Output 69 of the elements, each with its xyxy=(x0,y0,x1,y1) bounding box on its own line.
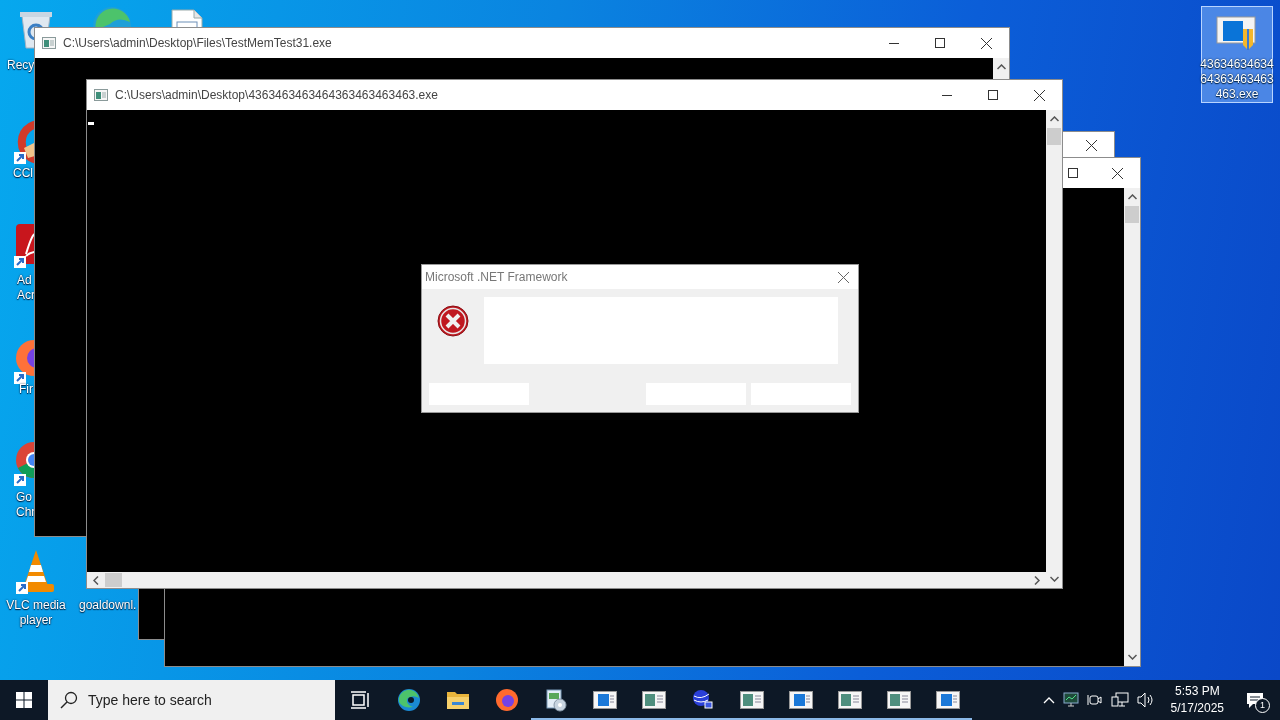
window-icon xyxy=(641,691,666,709)
window-icon xyxy=(788,691,813,709)
document-icon[interactable] xyxy=(170,8,204,27)
clock[interactable]: 5:53 PM 5/17/2025 xyxy=(1162,683,1232,717)
console-icon xyxy=(42,37,56,49)
folder-icon xyxy=(445,690,470,710)
icon-label: VLC media player xyxy=(5,598,67,628)
scroll-down-icon[interactable] xyxy=(1127,654,1137,660)
window-icon xyxy=(837,691,862,709)
globe-icon xyxy=(690,688,715,712)
icon-label: Ad Acr xyxy=(17,273,35,303)
minimize-icon xyxy=(889,42,899,44)
firefox-icon xyxy=(494,688,519,712)
window-title: C:\Users\admin\Desktop\Files\TestMemTest31.exe xyxy=(63,36,332,50)
icon-label: Go Chr xyxy=(16,490,36,520)
error-icon xyxy=(437,305,469,337)
close-icon xyxy=(1111,167,1123,179)
window-icon xyxy=(592,691,617,709)
windows-logo-icon xyxy=(16,692,32,708)
scroll-right-icon[interactable] xyxy=(1034,575,1040,585)
scroll-thumb[interactable] xyxy=(1125,206,1139,223)
console-icon xyxy=(94,89,108,101)
window-title: C:\Users\admin\Desktop\4363463463464363463463463.exe xyxy=(115,88,438,102)
icon-label: Fir xyxy=(19,382,33,397)
monitor-icon[interactable] xyxy=(1062,692,1079,708)
horizontal-scrollbar[interactable] xyxy=(87,572,1046,588)
maximize-icon xyxy=(988,90,998,100)
window-icon xyxy=(935,691,960,709)
installer-icon xyxy=(543,688,568,712)
search-icon xyxy=(60,691,78,709)
network-icon[interactable] xyxy=(1110,692,1129,708)
minimize-icon xyxy=(942,94,952,96)
scroll-up-icon[interactable] xyxy=(1049,116,1059,122)
close-icon xyxy=(980,37,992,49)
scroll-thumb[interactable] xyxy=(1047,128,1061,145)
icon-label: goaldownl. xyxy=(79,598,137,613)
clock-time: 5:53 PM xyxy=(1174,683,1220,700)
maximize-icon xyxy=(935,38,945,48)
notification-count: 1 xyxy=(1255,698,1270,713)
dialog-title: Microsoft .NET Framework xyxy=(425,270,568,284)
camera-icon[interactable] xyxy=(1086,693,1103,707)
close-icon xyxy=(1085,139,1097,151)
clock-date: 5/17/2025 xyxy=(1170,700,1224,717)
icon-label: Recy xyxy=(7,58,35,73)
close-icon xyxy=(837,271,849,283)
scroll-down-icon[interactable] xyxy=(1049,576,1059,582)
vertical-scrollbar[interactable] xyxy=(1124,188,1140,666)
scroll-left-icon[interactable] xyxy=(93,575,99,585)
search-field[interactable]: Type here to search xyxy=(48,680,335,720)
icon-label: CCl xyxy=(13,166,33,181)
traffic-cone-icon[interactable] xyxy=(16,548,56,596)
ccleaner-icon[interactable] xyxy=(14,118,34,166)
speaker-icon[interactable] xyxy=(1136,692,1155,708)
text-cursor xyxy=(88,122,94,125)
vertical-scrollbar[interactable] xyxy=(1046,110,1062,588)
edge-icon xyxy=(396,688,421,712)
scroll-thumb[interactable] xyxy=(105,573,122,587)
notifications-button[interactable]: 1 xyxy=(1240,685,1270,715)
window-icon xyxy=(739,691,764,709)
scroll-up-icon[interactable] xyxy=(996,64,1006,70)
application-icon xyxy=(1215,15,1259,53)
maximize-icon xyxy=(1068,168,1078,178)
close-icon xyxy=(1033,89,1045,101)
acrobat-icon[interactable] xyxy=(14,222,34,270)
task-view-icon xyxy=(349,691,370,709)
vertical-scrollbar[interactable] xyxy=(993,58,1009,79)
window-icon xyxy=(886,691,911,709)
scroll-up-icon[interactable] xyxy=(1127,194,1137,200)
chevron-up-icon[interactable] xyxy=(1042,696,1055,704)
